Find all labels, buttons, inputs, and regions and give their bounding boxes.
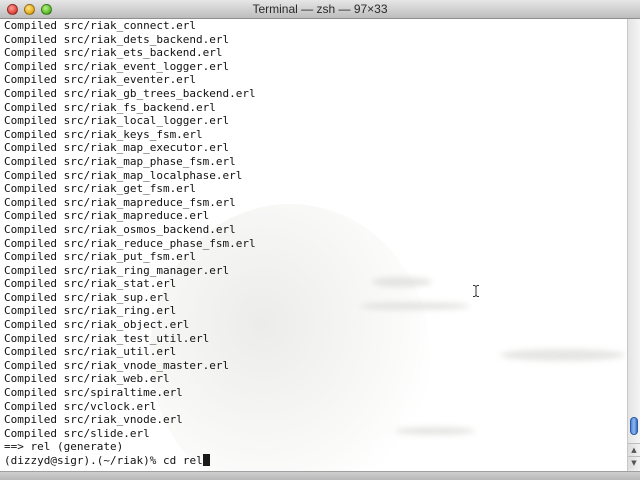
scrollbar-thumb[interactable] xyxy=(630,417,638,435)
terminal-line: Compiled src/riak_reduce_phase_fsm.erl xyxy=(4,236,256,250)
terminal-line: Compiled src/riak_gb_trees_backend.erl xyxy=(4,86,256,100)
scroll-up-arrow-icon[interactable]: ▲ xyxy=(628,443,640,456)
terminal-line: Compiled src/riak_web.erl xyxy=(4,372,170,386)
shell-prompt: (dizzyd@sigr).(~/riak)% xyxy=(4,454,163,467)
terminal-line: Compiled src/riak_ets_backend.erl xyxy=(4,46,223,60)
desktop-background-streak xyxy=(372,277,432,287)
terminal-line: Compiled src/riak_map_localphase.erl xyxy=(4,168,243,182)
title-bar[interactable]: Terminal — zsh — 97×33 xyxy=(0,0,640,19)
terminal-line: Compiled src/riak_object.erl xyxy=(4,318,190,332)
terminal-line: Compiled src/riak_ring.erl xyxy=(4,304,177,318)
terminal-line: Compiled src/riak_put_fsm.erl xyxy=(4,250,197,264)
terminal-line: Compiled src/riak_local_logger.erl xyxy=(4,114,230,128)
terminal-line: Compiled src/vclock.erl xyxy=(4,399,157,413)
terminal-output: Compiled src/riak_connect.erl Compiled sr… xyxy=(4,19,256,468)
desktop-background-streak xyxy=(395,427,475,435)
desktop-background-streak xyxy=(360,302,470,310)
terminal-line: Compiled src/riak_keys_fsm.erl xyxy=(4,127,203,141)
terminal-line: Compiled src/riak_osmos_backend.erl xyxy=(4,222,236,236)
terminal-line: Compiled src/riak_stat.erl xyxy=(4,277,177,291)
terminal-line: Compiled src/riak_fs_backend.erl xyxy=(4,100,216,114)
terminal-line: ==> rel (generate) xyxy=(4,440,124,454)
terminal-line: Compiled src/riak_eventer.erl xyxy=(4,73,197,87)
terminal-line: Compiled src/riak_get_fsm.erl xyxy=(4,182,197,196)
terminal-line: Compiled src/riak_mapreduce.erl xyxy=(4,209,210,223)
scroll-down-arrow-icon[interactable]: ▼ xyxy=(628,456,640,469)
terminal-line: Compiled src/spiraltime.erl xyxy=(4,386,183,400)
terminal-line: Compiled src/riak_connect.erl xyxy=(4,19,197,32)
terminal-line: Compiled src/riak_event_logger.erl xyxy=(4,59,230,73)
terminal-line: Compiled src/riak_mapreduce_fsm.erl xyxy=(4,195,236,209)
terminal-line: Compiled src/riak_vnode_master.erl xyxy=(4,358,230,372)
terminal-window: Terminal — zsh — 97×33 Compiled src/riak… xyxy=(0,0,640,480)
terminal-line: Compiled src/riak_ring_manager.erl xyxy=(4,263,230,277)
terminal-line: Compiled src/riak_dets_backend.erl xyxy=(4,32,230,46)
terminal-line: Compiled src/riak_map_phase_fsm.erl xyxy=(4,154,236,168)
vertical-scrollbar[interactable]: ▲ ▼ xyxy=(627,19,640,471)
desktop-background-streak xyxy=(500,349,625,361)
text-cursor xyxy=(202,454,210,466)
terminal-line: Compiled src/riak_test_util.erl xyxy=(4,331,210,345)
prompt-line[interactable]: (dizzyd@sigr).(~/riak)% cd rel xyxy=(4,454,256,468)
terminal-line: Compiled src/riak_map_executor.erl xyxy=(4,141,230,155)
command-input[interactable]: cd rel xyxy=(163,454,203,467)
ibeam-cursor-icon xyxy=(473,285,479,297)
terminal-line: Compiled src/slide.erl xyxy=(4,426,150,440)
terminal-line: Compiled src/riak_sup.erl xyxy=(4,290,170,304)
terminal-line: Compiled src/riak_vnode.erl xyxy=(4,413,183,427)
terminal-content[interactable]: Compiled src/riak_connect.erl Compiled sr… xyxy=(0,19,627,471)
window-bottom-bar xyxy=(0,471,640,480)
window-title: Terminal — zsh — 97×33 xyxy=(252,2,388,16)
terminal-line: Compiled src/riak_util.erl xyxy=(4,345,177,359)
